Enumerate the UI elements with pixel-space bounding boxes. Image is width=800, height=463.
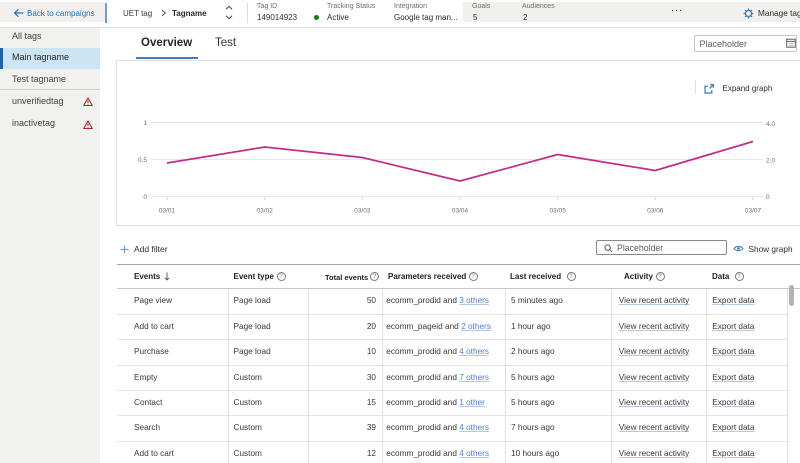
svg-text:4.0: 4.0	[766, 121, 775, 128]
svg-text:03/05: 03/05	[550, 208, 567, 215]
svg-text:1: 1	[143, 120, 147, 127]
svg-text:0: 0	[143, 194, 147, 201]
svg-text:0: 0	[766, 194, 770, 201]
svg-text:03/01: 03/01	[159, 208, 176, 215]
svg-text:0.5: 0.5	[138, 157, 147, 164]
svg-text:03/07: 03/07	[745, 208, 762, 215]
svg-text:2.0: 2.0	[766, 157, 775, 164]
svg-text:03/06: 03/06	[647, 208, 664, 215]
svg-text:03/03: 03/03	[354, 208, 371, 215]
svg-text:03/02: 03/02	[257, 208, 274, 215]
svg-text:03/04: 03/04	[452, 208, 469, 215]
